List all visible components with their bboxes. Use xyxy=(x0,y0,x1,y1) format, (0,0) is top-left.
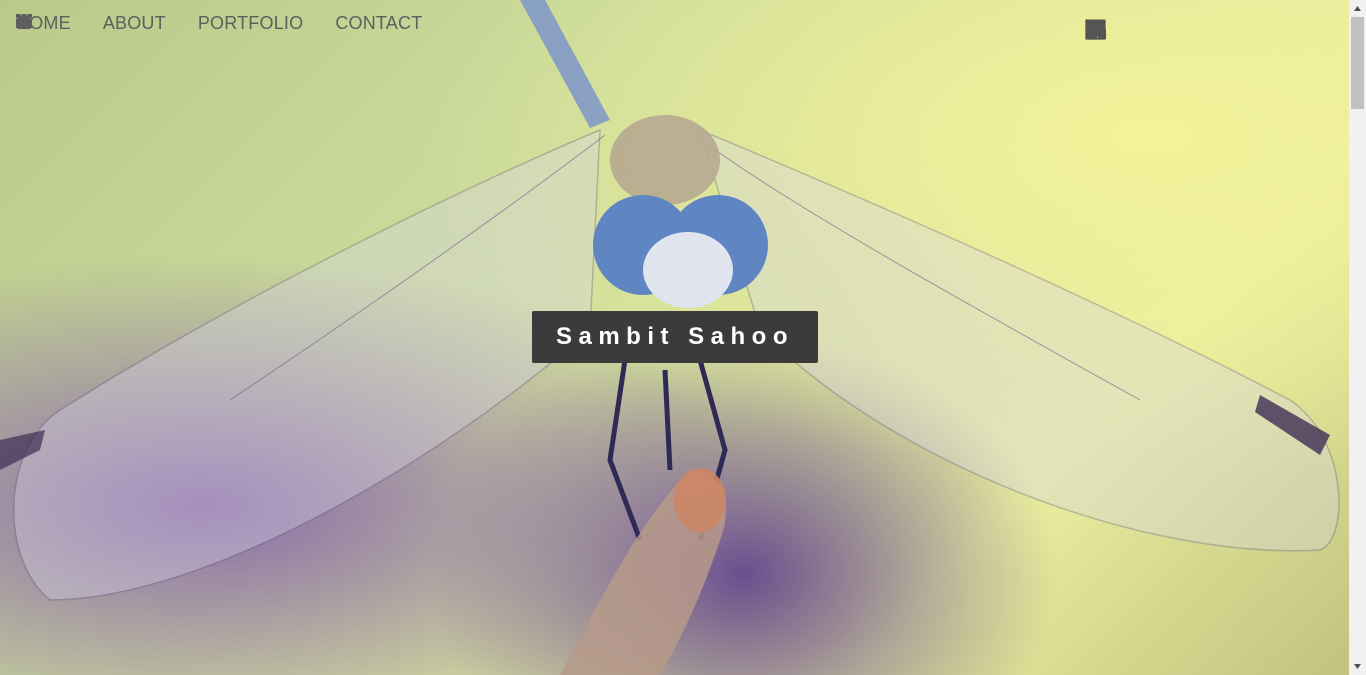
scroll-thumb[interactable] xyxy=(1351,17,1364,109)
scroll-up-arrow[interactable] xyxy=(1349,0,1366,17)
twitter-link[interactable] xyxy=(1084,18,1213,41)
chevron-up-icon xyxy=(1354,6,1361,11)
nav-about-link[interactable]: ABOUT xyxy=(17,13,166,34)
linkedin-link[interactable] xyxy=(1085,18,1160,41)
facebook-icon xyxy=(1085,19,1106,40)
chevron-down-icon xyxy=(1354,664,1361,669)
nav-about-label: ABOUT xyxy=(102,13,166,33)
nav-portfolio-label: PORTFOLIO xyxy=(197,13,304,33)
envelope-icon xyxy=(16,15,32,27)
hero-background: HOME ABOUT PORTFOLIO CONTACT Sambit Saho… xyxy=(0,0,1349,675)
instagram-link[interactable] xyxy=(1085,18,1266,41)
hero-name-box: Sambit Sahoo xyxy=(532,311,818,363)
hero-name: Sambit Sahoo xyxy=(555,323,795,350)
main-nav: HOME ABOUT PORTFOLIO CONTACT xyxy=(16,13,422,34)
scroll-down-arrow[interactable] xyxy=(1349,658,1366,675)
nav-portfolio-link[interactable]: PORTFOLIO xyxy=(16,13,304,34)
page-scrollbar[interactable] xyxy=(1349,0,1366,675)
nav-contact-link[interactable]: CONTACT xyxy=(16,13,423,34)
nav-contact-label: CONTACT xyxy=(335,13,423,33)
facebook-link[interactable] xyxy=(1085,18,1319,41)
social-links xyxy=(1084,18,1319,41)
